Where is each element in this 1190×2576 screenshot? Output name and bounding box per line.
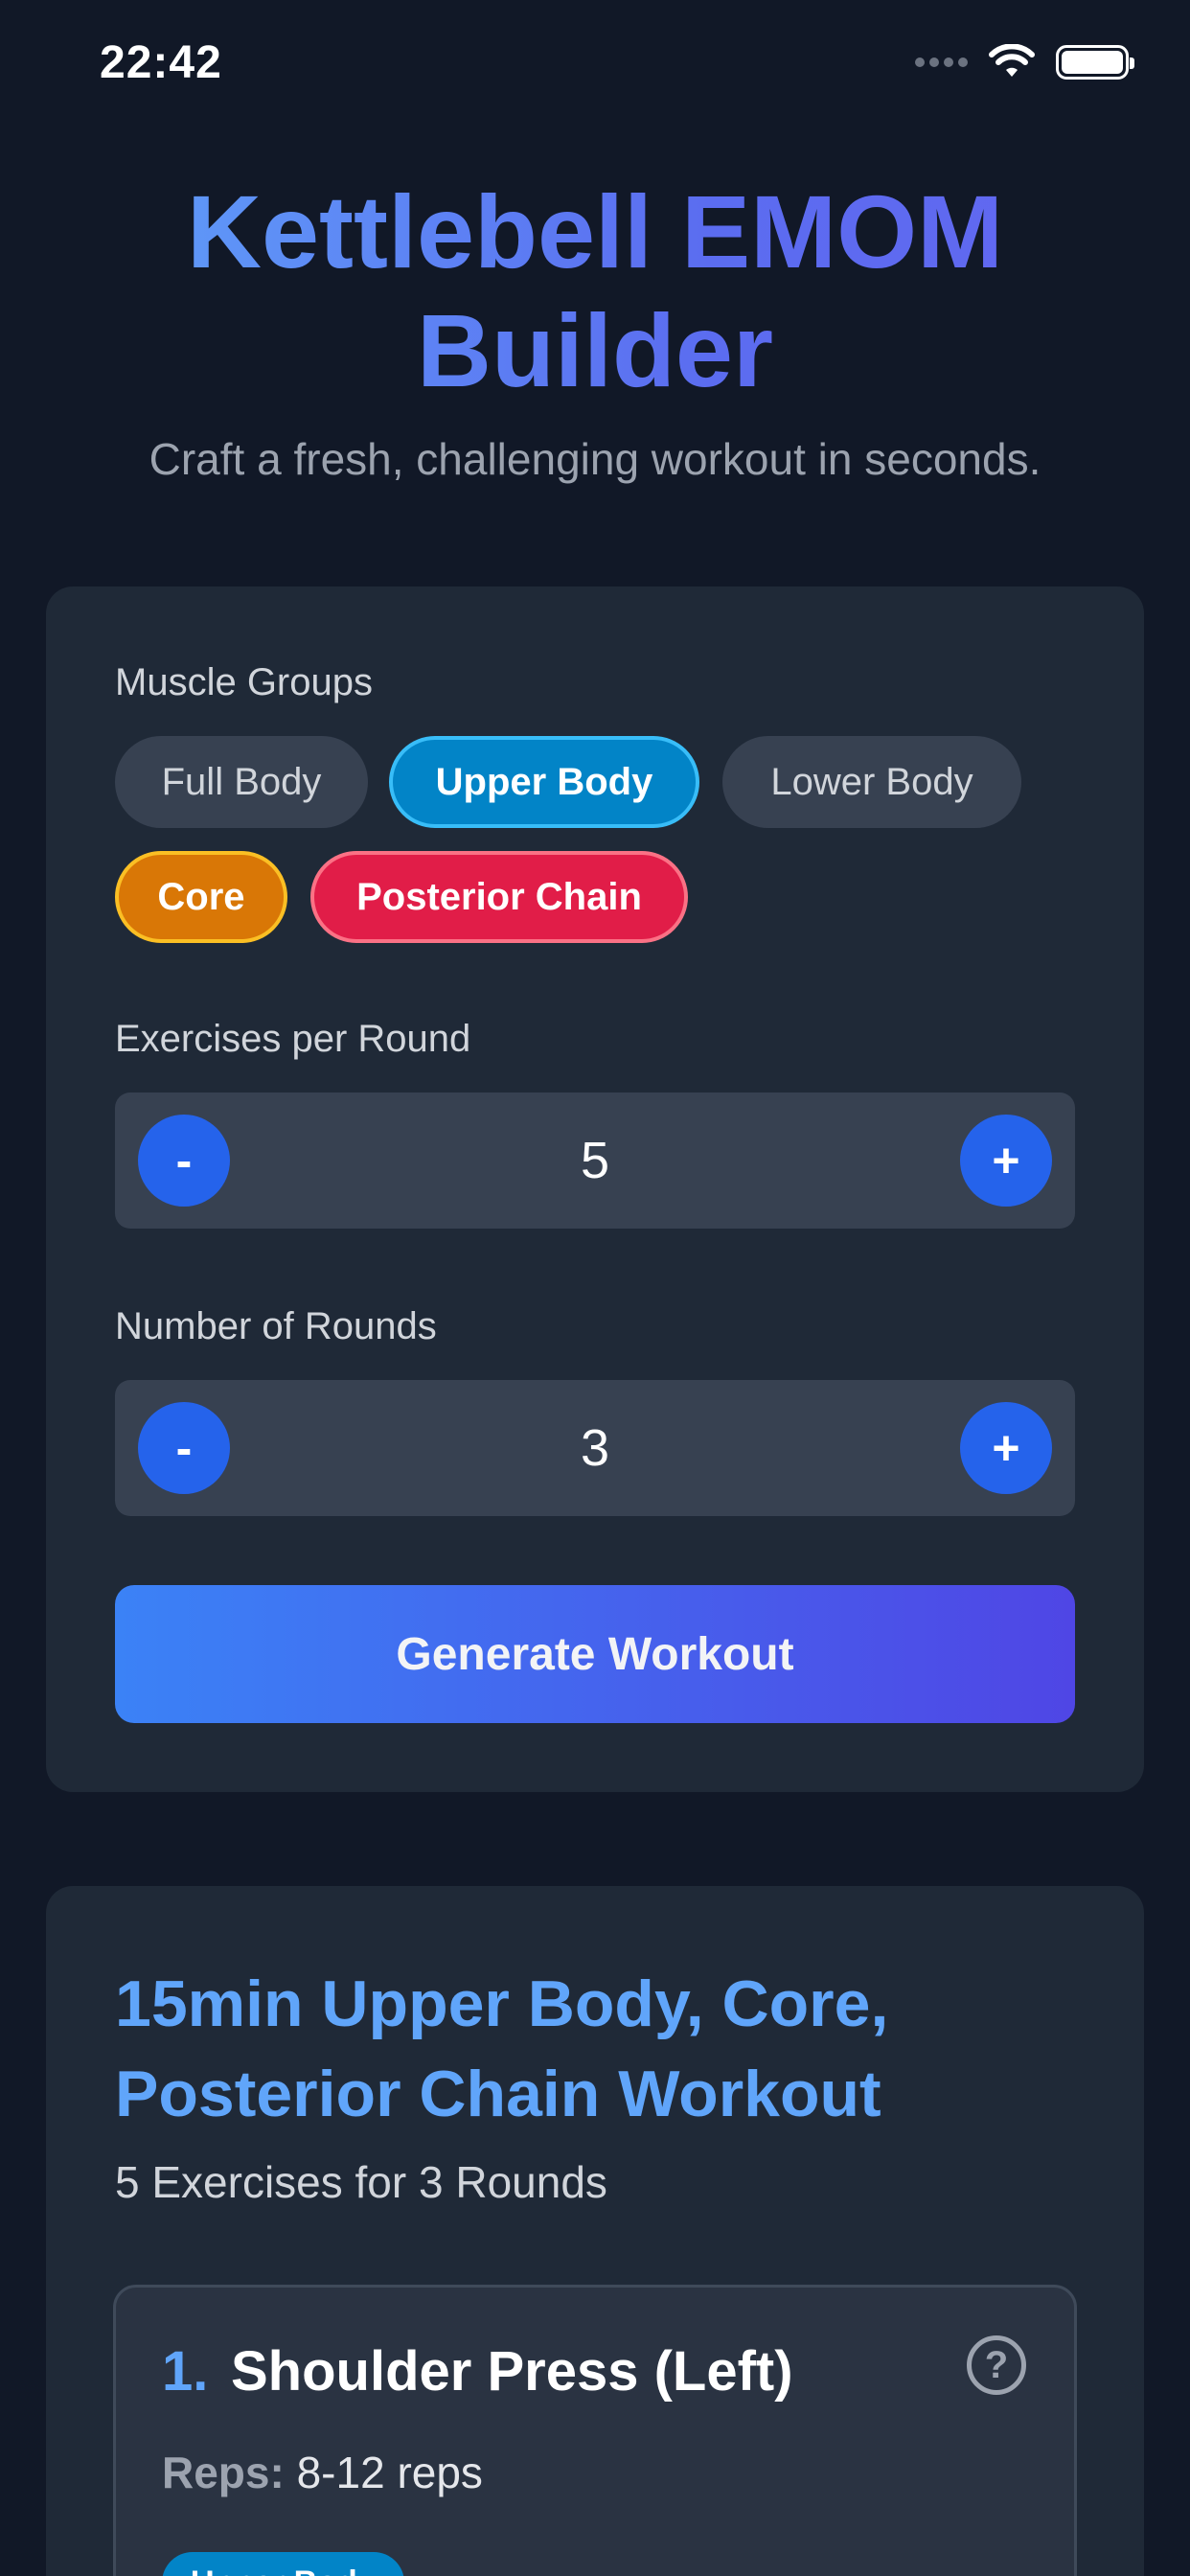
exercises-per-round-label: Exercises per Round	[115, 1018, 471, 1060]
workout-config-card: Muscle Groups Full Body Upper Body Lower…	[46, 586, 1144, 1792]
exercises-decrement-button[interactable]: -	[138, 1115, 230, 1207]
exercises-stepper: 5 - +	[115, 1092, 1075, 1229]
workout-title: 15min Upper Body, Core, Posterior Chain …	[115, 1967, 889, 2130]
battery-icon	[1056, 45, 1134, 80]
rounds-stepper: 3 - +	[115, 1380, 1075, 1516]
rounds-decrement-button[interactable]: -	[138, 1402, 230, 1494]
exercises-increment-button[interactable]: +	[960, 1115, 1052, 1207]
exercise-card: 1. Shoulder Press (Left) ? Reps: 8-12 re…	[113, 2285, 1077, 2576]
help-icon[interactable]: ?	[967, 2335, 1026, 2395]
reps-label: Reps:	[162, 2448, 285, 2497]
exercises-value: 5	[580, 1132, 610, 1189]
workout-result-card: 15min Upper Body, Core, Posterior Chain …	[46, 1886, 1144, 2576]
chip-lower-body[interactable]: Lower Body	[722, 736, 1021, 828]
generate-workout-button[interactable]: Generate Workout	[115, 1585, 1075, 1723]
cellular-signal-icon	[915, 58, 968, 67]
rounds-increment-button[interactable]: +	[960, 1402, 1052, 1494]
status-time: 22:42	[100, 37, 222, 88]
exercise-name: Shoulder Press (Left)	[231, 2340, 793, 2403]
status-bar: 22:42	[0, 0, 1190, 125]
rounds-value: 3	[580, 1419, 610, 1477]
page-title: Kettlebell EMOM Builder	[0, 172, 1190, 410]
app-screen: 22:42 Kettlebell EMOM Builder Craft a fr…	[0, 0, 1190, 2576]
reps-value: 8-12 reps	[296, 2448, 483, 2497]
exercise-reps: Reps: 8-12 reps	[162, 2447, 483, 2498]
exercise-muscle-tag: Upper Body	[162, 2552, 404, 2576]
chip-posterior-chain[interactable]: Posterior Chain	[310, 851, 688, 943]
number-of-rounds-label: Number of Rounds	[115, 1305, 437, 1347]
page-subtitle: Craft a fresh, challenging workout in se…	[149, 434, 1041, 484]
chip-core[interactable]: Core	[115, 851, 287, 943]
workout-summary: 5 Exercises for 3 Rounds	[115, 2157, 607, 2207]
muscle-groups-label: Muscle Groups	[115, 661, 373, 703]
exercise-number: 1.	[162, 2340, 209, 2403]
status-icons	[915, 44, 1134, 80]
chip-upper-body[interactable]: Upper Body	[389, 736, 699, 828]
wifi-icon	[989, 44, 1035, 77]
chip-full-body[interactable]: Full Body	[115, 736, 368, 828]
